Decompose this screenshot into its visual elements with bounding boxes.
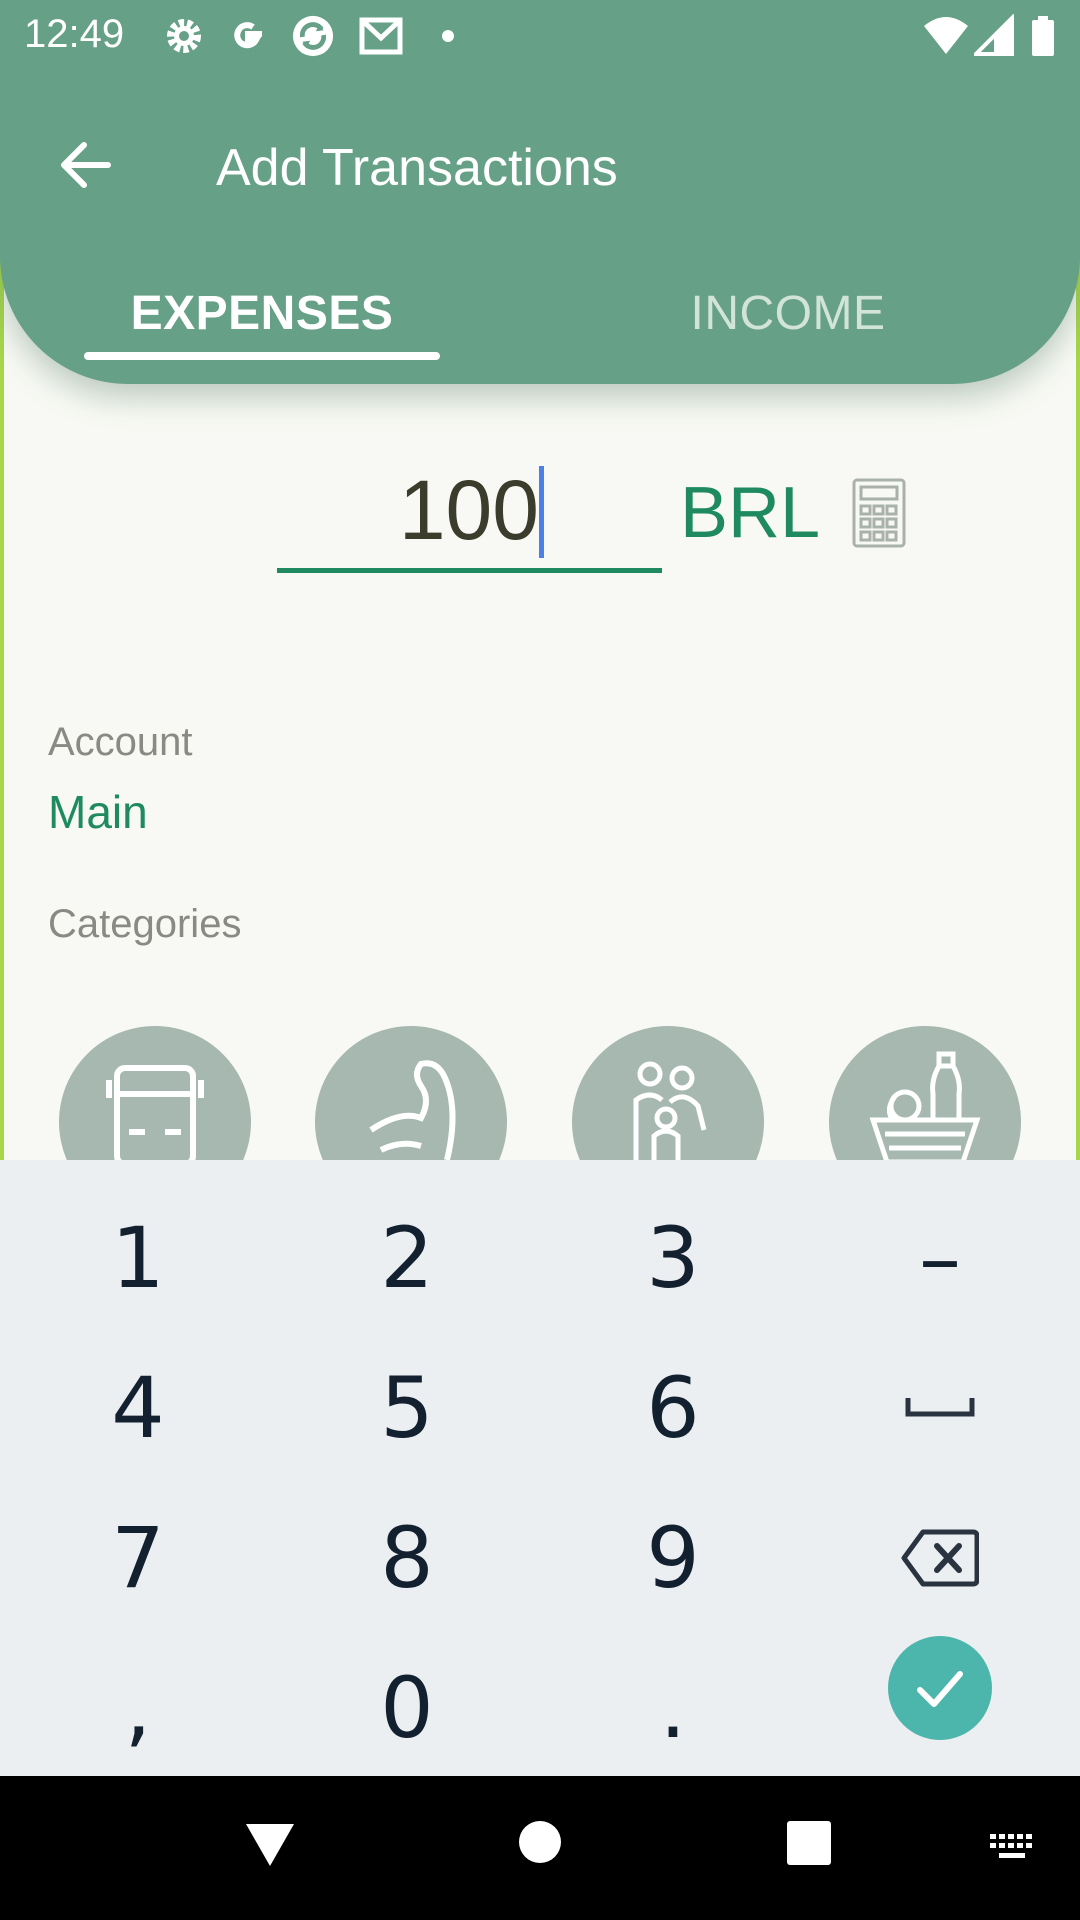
flexed-arm-icon xyxy=(369,1060,456,1160)
back-triangle-icon[interactable] xyxy=(244,1820,296,1868)
amount-input[interactable]: 100 xyxy=(277,460,662,576)
account-label: Account xyxy=(48,720,193,764)
currency-selector[interactable]: BRL xyxy=(680,470,820,556)
grocery-basket-icon xyxy=(869,1051,981,1160)
amount-underline xyxy=(277,568,662,573)
key-0[interactable]: 0 xyxy=(272,1633,542,1783)
done-button[interactable] xyxy=(888,1636,992,1740)
key-3[interactable]: 3 xyxy=(538,1183,808,1333)
text-cursor xyxy=(539,466,544,558)
key-comma[interactable]: , xyxy=(3,1633,273,1783)
account-selector[interactable]: Main xyxy=(48,785,148,839)
battery-icon xyxy=(1032,16,1054,56)
category-fitness[interactable] xyxy=(315,1026,507,1160)
tab-expenses[interactable]: EXPENSES xyxy=(84,282,440,346)
space-bar-icon xyxy=(905,1398,975,1417)
sync-icon xyxy=(292,15,334,57)
gear-icon xyxy=(167,19,201,53)
key-decimal[interactable]: . xyxy=(538,1633,808,1783)
keyboard-icon[interactable] xyxy=(988,1832,1038,1862)
key-2[interactable]: 2 xyxy=(272,1183,542,1333)
category-family[interactable] xyxy=(572,1026,764,1160)
key-9[interactable]: 9 xyxy=(538,1483,808,1633)
status-bar: 12:49 xyxy=(0,0,1080,72)
status-time: 12:49 xyxy=(24,12,125,56)
category-transport[interactable] xyxy=(59,1026,251,1160)
arrow-left-icon xyxy=(61,142,111,188)
key-5[interactable]: 5 xyxy=(272,1333,542,1483)
key-7[interactable]: 7 xyxy=(3,1483,273,1633)
recents-square-icon[interactable] xyxy=(786,1820,832,1866)
key-minus[interactable]: – xyxy=(805,1183,1075,1333)
key-space[interactable] xyxy=(805,1333,1075,1483)
key-4[interactable]: 4 xyxy=(3,1333,273,1483)
home-circle-icon[interactable] xyxy=(518,1820,562,1864)
bus-icon xyxy=(106,1065,204,1160)
amount-value: 100 xyxy=(398,463,539,557)
categories-row xyxy=(0,1026,1080,1160)
key-6[interactable]: 6 xyxy=(538,1333,808,1483)
system-navigation-bar xyxy=(0,1776,1080,1920)
google-icon xyxy=(234,22,262,49)
tab-indicator xyxy=(84,352,440,360)
checkmark-icon xyxy=(917,1671,963,1707)
signal-icon xyxy=(974,14,1014,56)
mail-icon xyxy=(359,17,403,55)
category-groceries[interactable] xyxy=(829,1026,1021,1160)
categories-label: Categories xyxy=(48,902,242,946)
key-1[interactable]: 1 xyxy=(3,1183,273,1333)
key-8[interactable]: 8 xyxy=(272,1483,542,1633)
tab-income[interactable]: INCOME xyxy=(610,282,966,346)
page-title: Add Transactions xyxy=(216,139,618,197)
dot-icon xyxy=(442,30,454,42)
wifi-icon xyxy=(924,17,968,54)
backspace-icon xyxy=(901,1529,979,1587)
calculator-icon[interactable] xyxy=(852,478,906,548)
app-header: Add Transactions EXPENSES INCOME xyxy=(0,60,1080,384)
family-icon xyxy=(633,1061,707,1160)
key-backspace[interactable] xyxy=(805,1483,1075,1633)
back-button[interactable] xyxy=(50,130,120,200)
